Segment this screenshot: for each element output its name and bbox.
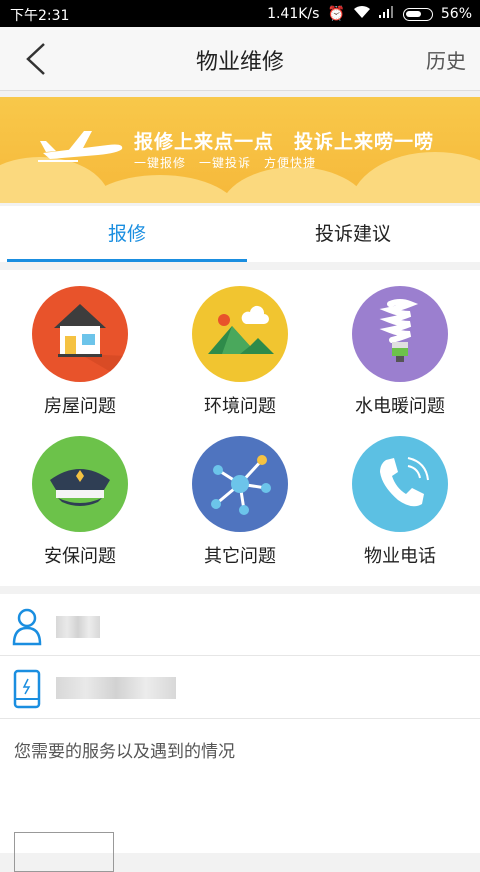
category-house[interactable]: 房屋问题	[0, 270, 160, 420]
cloud-decoration	[80, 175, 240, 203]
phone-row[interactable]	[0, 657, 480, 719]
category-utilities[interactable]: 水电暖问题	[320, 270, 480, 420]
cloud-decoration	[220, 167, 370, 203]
network-speed: 1.41K/s	[267, 6, 320, 22]
name-value	[56, 616, 100, 638]
alarm-icon: ⏰	[327, 6, 345, 22]
title-bar: 物业维修 历史	[0, 27, 480, 91]
banner-subline: 一键报修 一键投诉 方便快捷	[134, 156, 317, 170]
category-environment[interactable]: 环境问题	[160, 270, 320, 420]
battery-icon	[402, 7, 433, 21]
name-row[interactable]	[0, 594, 480, 656]
category-other[interactable]: 其它问题	[160, 420, 320, 570]
status-bar: 下午2:31 1.41K/s ⏰ 56%	[0, 0, 480, 27]
status-right: 1.41K/s ⏰ 56%	[267, 5, 472, 23]
category-label: 物业电话	[364, 546, 436, 567]
phone-icon	[352, 436, 448, 532]
tab-label: 投诉建议	[314, 223, 391, 245]
repair-form: 您需要的服务以及遇到的情况	[0, 594, 480, 872]
battery-level: 56%	[440, 6, 472, 22]
category-phone[interactable]: 物业电话	[320, 420, 480, 570]
bulb-icon	[352, 286, 448, 382]
banner-headline: 报修上来点一点 投诉上来唠一唠	[134, 131, 435, 153]
promo-banner: 报修上来点一点 投诉上来唠一唠 一键报修 一键投诉 方便快捷	[0, 97, 480, 203]
tab-bar: 报修 投诉建议	[0, 206, 480, 262]
tab-complaint[interactable]: 投诉建议	[233, 206, 473, 262]
category-grid: 房屋问题 环境问题 水电暖问题 安保问题 其它问题 物业电话	[0, 270, 480, 586]
category-label: 安保问题	[44, 546, 116, 567]
police-cap-icon	[32, 436, 128, 532]
house-icon	[32, 286, 128, 382]
network-icon	[192, 436, 288, 532]
category-label: 其它问题	[204, 546, 276, 567]
category-security[interactable]: 安保问题	[0, 420, 160, 570]
airplane-icon	[38, 125, 128, 171]
cloud-decoration	[350, 152, 480, 203]
landscape-icon	[192, 286, 288, 382]
mobile-icon	[12, 669, 42, 709]
description-input[interactable]: 您需要的服务以及遇到的情况	[14, 737, 235, 762]
page-title: 物业维修	[195, 50, 284, 75]
signal-icon	[378, 6, 395, 22]
history-button[interactable]: 历史	[426, 45, 466, 74]
category-label: 房屋问题	[44, 396, 116, 417]
category-label: 环境问题	[204, 396, 276, 417]
category-label: 水电暖问题	[355, 396, 445, 417]
photo-upload-box[interactable]	[14, 832, 114, 872]
user-icon	[12, 606, 42, 646]
tab-indicator	[7, 259, 247, 262]
status-time: 下午2:31	[10, 8, 70, 24]
wifi-icon	[353, 5, 371, 23]
tab-repair[interactable]: 报修	[7, 206, 247, 262]
phone-value	[56, 677, 176, 699]
tab-label: 报修	[107, 223, 146, 245]
